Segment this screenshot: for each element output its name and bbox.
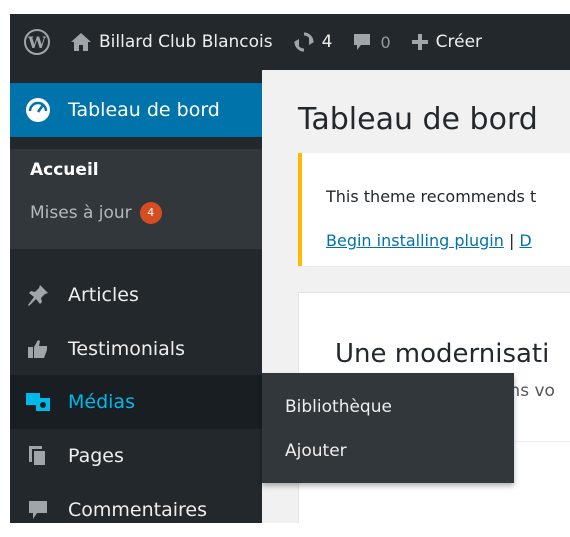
screenshot-margin-top: [0, 0, 570, 14]
sidebar-item-medias[interactable]: Médias: [10, 375, 271, 429]
submenu-item-label: Accueil: [30, 160, 99, 180]
pushpin-icon: [24, 281, 52, 309]
sidebar-item-comments[interactable]: Commentaires: [10, 483, 262, 537]
sidebar-item-pages[interactable]: Pages: [10, 429, 262, 483]
dashboard-icon: [24, 96, 52, 124]
home-icon: [71, 33, 91, 51]
medias-flyout-menu: Bibliothèque Ajouter: [262, 373, 514, 483]
notice-links: Begin installing plugin | D: [326, 231, 532, 250]
plus-icon: [411, 34, 428, 50]
flyout-item-library[interactable]: Bibliothèque: [285, 397, 392, 417]
new-content-label: Créer: [435, 32, 483, 52]
sidebar-item-label: Tableau de bord: [68, 99, 220, 121]
submenu-item-accueil[interactable]: Accueil: [30, 160, 99, 180]
sidebar-item-label: Testimonials: [68, 338, 185, 360]
dismiss-link[interactable]: D: [519, 231, 531, 250]
admin-sidebar: Tableau de bord Accueil Mises à jour 4 Ar…: [10, 70, 272, 523]
pages-icon: [24, 442, 52, 470]
sidebar-item-dashboard[interactable]: Tableau de bord: [10, 83, 272, 137]
new-content-button[interactable]: Créer: [401, 14, 492, 70]
updates-count: 4: [321, 32, 333, 52]
admin-bar: W Billard Club Blancois 4 0 Créer: [10, 14, 570, 70]
sidebar-item-label: Médias: [68, 391, 135, 413]
comment-icon: [24, 496, 52, 524]
notice-message: This theme recommends t: [326, 187, 537, 206]
sidebar-item-articles[interactable]: Articles: [10, 268, 262, 322]
dashboard-submenu: Accueil Mises à jour 4: [10, 149, 262, 249]
theme-notice: This theme recommends t Begin installing…: [298, 153, 570, 266]
sidebar-item-label: Articles: [68, 284, 139, 306]
submenu-item-updates[interactable]: Mises à jour 4: [30, 202, 162, 224]
sidebar-item-label: Commentaires: [68, 499, 207, 521]
thumbs-up-icon: [24, 335, 52, 363]
comment-icon: [354, 34, 371, 50]
wordpress-icon: W: [24, 29, 50, 55]
comments-count: 0: [380, 32, 391, 52]
updates-badge: 4: [139, 202, 162, 224]
widget-title: Une modernisati: [335, 339, 550, 369]
site-name-link[interactable]: Billard Club Blancois: [60, 14, 283, 70]
submenu-item-label: Mises à jour: [30, 203, 132, 223]
wordpress-logo-button[interactable]: W: [10, 14, 60, 70]
sidebar-item-label: Pages: [68, 445, 124, 467]
sidebar-item-testimonials[interactable]: Testimonials: [10, 322, 262, 376]
media-icon: [24, 388, 52, 416]
updates-icon: [293, 32, 314, 52]
site-name: Billard Club Blancois: [99, 32, 273, 52]
page-title: Tableau de bord: [298, 102, 538, 137]
comments-link[interactable]: 0: [342, 14, 400, 70]
screenshot-margin-left: [0, 0, 10, 523]
begin-installing-link[interactable]: Begin installing plugin: [326, 231, 504, 250]
notice-separator: |: [503, 231, 520, 250]
svg-text:W: W: [27, 33, 47, 52]
updates-link[interactable]: 4: [283, 14, 343, 70]
flyout-item-add[interactable]: Ajouter: [285, 441, 347, 461]
